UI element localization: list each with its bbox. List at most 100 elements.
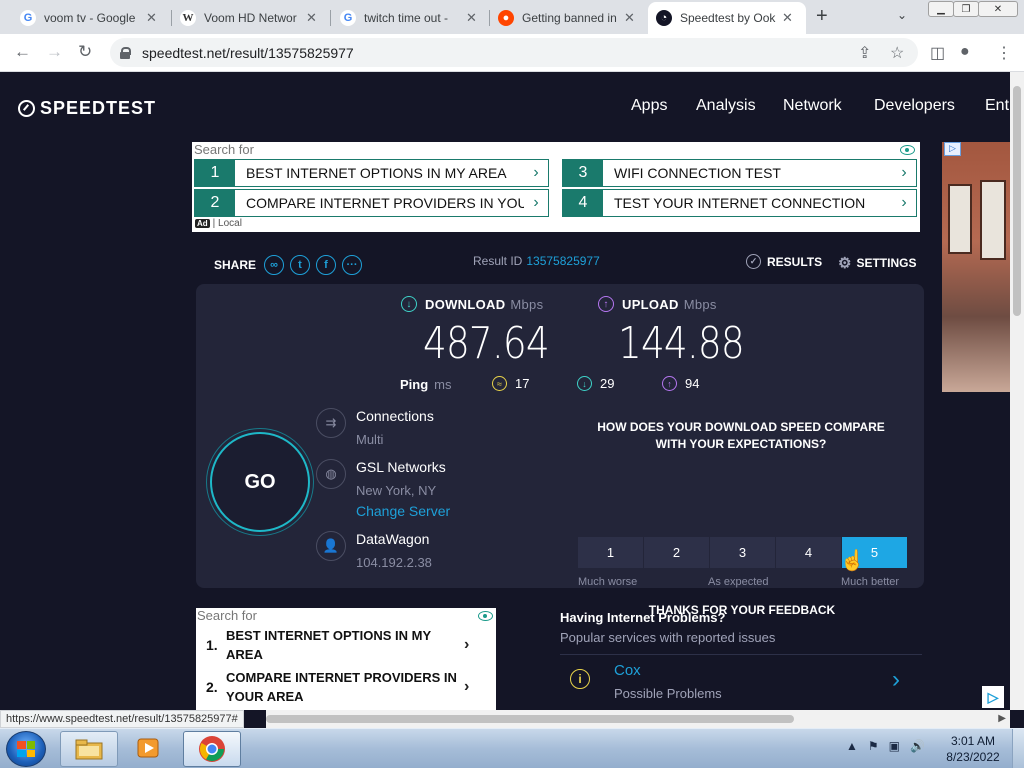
action-center-icon[interactable]: ⚑ [868, 739, 879, 753]
rating-3[interactable]: 3 [710, 537, 775, 568]
close-tab-icon[interactable]: ✕ [466, 10, 477, 26]
ad-link-2[interactable]: 2 COMPARE INTERNET PROVIDERS IN YOUR › [194, 189, 549, 217]
ad-eye-icon[interactable] [900, 145, 915, 155]
close-tab-icon[interactable]: ✕ [306, 10, 317, 26]
forward-icon[interactable]: → [46, 42, 63, 62]
browser-tab[interactable]: G twitch time out - ✕ [332, 2, 490, 34]
back-icon[interactable]: ← [14, 42, 31, 62]
check-icon: ✓ [746, 254, 761, 269]
speedtest-logo[interactable]: SPEEDTEST [18, 98, 156, 119]
profile-icon[interactable]: ● [960, 43, 970, 61]
volume-icon[interactable]: 🔊 [910, 739, 925, 753]
ad-tag: Ad | Local [195, 218, 242, 229]
ip-address: 104.192.2.38 [356, 555, 432, 570]
ad-search-for: Search for [197, 608, 257, 623]
network-icon[interactable]: ▣ [889, 739, 900, 753]
divider [560, 654, 922, 655]
start-button[interactable] [6, 731, 46, 767]
result-id-link[interactable]: 13575825977 [526, 254, 599, 268]
chrome-icon[interactable] [183, 731, 241, 767]
nav-enterprise[interactable]: Ent [985, 97, 1009, 115]
browser-tab[interactable]: G voom tv - Google ✕ [12, 2, 170, 34]
feedback-question: HOW DOES YOUR DOWNLOAD SPEED COMPARE WIT… [597, 420, 885, 451]
go-button[interactable]: GO [210, 432, 310, 532]
settings-link[interactable]: ⚙ SETTINGS [838, 254, 916, 272]
hand-cursor-icon: ☝ [840, 550, 865, 572]
problems-subheading: Popular services with reported issues [560, 630, 776, 645]
bottom-ad-banner[interactable]: Search for 1. BEST INTERNET OPTIONS IN M… [196, 608, 496, 710]
rating-2[interactable]: 2 [644, 537, 709, 568]
ad-link-1[interactable]: 1 BEST INTERNET OPTIONS IN MY AREA › [194, 159, 549, 187]
share-icon[interactable]: ⇪ [858, 43, 871, 63]
menu-dots-icon[interactable]: ⋮ [996, 43, 1012, 63]
ad-eye-icon[interactable] [478, 611, 493, 621]
ad-link-1[interactable]: 1. BEST INTERNET OPTIONS IN MY AREA › [206, 626, 484, 664]
result-id: Result ID 13575825977 [473, 254, 600, 268]
restore-icon[interactable]: ❐ [953, 1, 979, 17]
bookmark-star-icon[interactable]: ☆ [890, 43, 904, 63]
twitter-icon[interactable]: t [290, 255, 311, 275]
nav-developers[interactable]: Developers [874, 97, 955, 115]
change-server-link[interactable]: Change Server [356, 503, 450, 519]
new-tab-icon[interactable]: + [816, 5, 828, 28]
taskbar-clock[interactable]: 3:01 AM 8/23/2022 [940, 733, 1006, 765]
speedtest-icon: ◔ [656, 10, 672, 26]
nav-analysis[interactable]: Analysis [696, 97, 756, 115]
browser-tab[interactable]: W Voom HD Networ ✕ [172, 2, 330, 34]
chevron-right-icon: › [901, 164, 907, 181]
nav-apps[interactable]: Apps [631, 97, 667, 115]
chevron-right-icon: › [464, 636, 470, 653]
ping-download-icon: ↓ [577, 376, 592, 391]
browser-toolbar: ← → ↻ speedtest.net/result/13575825977 ⇪… [0, 34, 1024, 72]
scrollbar-thumb[interactable] [1013, 86, 1021, 316]
side-panel-icon[interactable]: ◫ [930, 43, 945, 63]
file-explorer-icon[interactable] [60, 731, 118, 767]
side-ad-image[interactable]: ▷ [942, 142, 1010, 392]
ad-link-3[interactable]: 3 WIFI CONNECTION TEST › [562, 159, 917, 187]
ping-idle: ≈ 17 [492, 376, 529, 391]
problem-item[interactable]: i Cox Possible Problems › [560, 656, 922, 710]
connections-value: Multi [356, 432, 384, 447]
results-link[interactable]: ✓ RESULTS [746, 254, 822, 269]
close-tab-icon[interactable]: ✕ [624, 10, 635, 26]
show-desktop-button[interactable] [1012, 729, 1024, 768]
adchoices-icon[interactable]: ▷ [982, 686, 1004, 708]
address-bar[interactable]: speedtest.net/result/13575825977 [110, 38, 918, 67]
speedtest-gauge-icon [18, 100, 35, 117]
link-icon[interactable]: ∞ [264, 255, 285, 275]
rating-1[interactable]: 1 [578, 537, 643, 568]
lock-icon [120, 46, 131, 59]
share-bar: SHARE ∞ t f ··· [214, 255, 363, 275]
ad-link-4[interactable]: 4 TEST YOUR INTERNET CONNECTION › [562, 189, 917, 217]
tray-expand-icon[interactable]: ▲ [846, 739, 858, 753]
close-tab-icon[interactable]: ✕ [782, 10, 793, 26]
gear-icon: ⚙ [838, 255, 852, 272]
upload-speed: 144.88 [618, 318, 745, 369]
more-icon[interactable]: ··· [342, 255, 363, 275]
top-ad-banner[interactable]: Search for 1 BEST INTERNET OPTIONS IN MY… [192, 142, 920, 232]
minimize-icon[interactable]: ▁ [928, 1, 954, 17]
rating-4[interactable]: 4 [776, 537, 841, 568]
ad-link-2[interactable]: 2. COMPARE INTERNET PROVIDERS IN YOUR AR… [206, 668, 484, 706]
browser-tab-active[interactable]: ◔ Speedtest by Ook ✕ [648, 2, 806, 34]
google-icon: G [340, 10, 356, 26]
nav-network[interactable]: Network [783, 97, 842, 115]
status-bar-url: https://www.speedtest.net/result/1357582… [0, 710, 244, 728]
adchoices-icon[interactable]: ▷ [944, 142, 961, 156]
ping-download: ↓ 29 [577, 376, 614, 391]
browser-tab[interactable]: ● Getting banned in ✕ [490, 2, 648, 34]
vertical-scrollbar[interactable] [1010, 72, 1024, 710]
ping-upload: ↑ 94 [662, 376, 699, 391]
reload-icon[interactable]: ↻ [78, 42, 92, 62]
close-tab-icon[interactable]: ✕ [146, 10, 157, 26]
tab-search-icon[interactable]: ⌄ [897, 8, 907, 22]
scroll-right-icon[interactable]: ▶ [998, 713, 1006, 724]
windows-logo-icon [17, 741, 35, 757]
media-player-icon[interactable] [121, 731, 177, 767]
upload-arrow-icon: ↑ [598, 296, 614, 312]
facebook-icon[interactable]: f [316, 255, 337, 275]
rating-label-mid: As expected [708, 576, 769, 588]
horizontal-scrollbar[interactable]: ▶ [266, 710, 1010, 728]
scrollbar-thumb[interactable] [266, 715, 794, 723]
close-window-icon[interactable]: ✕ [978, 1, 1018, 17]
